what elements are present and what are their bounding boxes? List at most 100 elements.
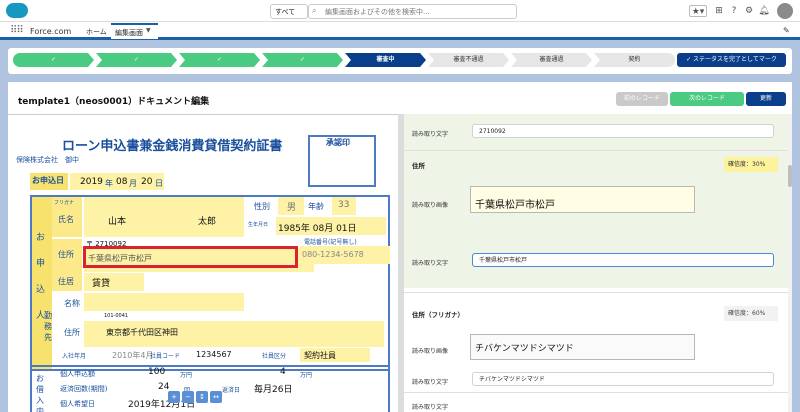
doc-given-name: 太郎 bbox=[198, 217, 217, 227]
document-image-viewer[interactable]: ローン申込書兼金銭消費貸借契約証書 承認印 保険株式会社 御中 お申込日 201… bbox=[8, 114, 398, 412]
nav-item-home[interactable]: ホーム bbox=[86, 27, 107, 37]
check-icon: ✓ bbox=[216, 56, 223, 63]
setup-gear-icon[interactable]: ⚙ bbox=[743, 5, 755, 17]
status-path: ✓ ✓ ✓ ✓ 審査中 審査不通過 審査通過 契約 bbox=[13, 53, 677, 67]
address-kana-text-label: 読み取り文字 bbox=[412, 379, 449, 386]
path-stage-4[interactable]: ✓ bbox=[262, 53, 343, 67]
doc-company-postal: 101-0041 bbox=[104, 313, 129, 319]
doc-employer-label: 勤務先 bbox=[44, 311, 52, 342]
doc-date-day: 20 bbox=[141, 177, 153, 187]
help-icon[interactable]: ? bbox=[728, 5, 740, 17]
doc-residence: 賃貸 bbox=[92, 279, 111, 289]
path-stage-3[interactable]: ✓ bbox=[179, 53, 260, 67]
address-kana-text-input[interactable]: チバケンマツドシマツド bbox=[472, 372, 774, 386]
address-text-label: 読み取り文字 bbox=[412, 260, 449, 267]
zoom-in-icon[interactable]: + bbox=[168, 391, 180, 403]
path-stage-8[interactable]: 契約 bbox=[594, 53, 675, 67]
fit-height-icon[interactable]: ↕ bbox=[196, 391, 208, 403]
divider bbox=[404, 292, 788, 293]
address-confidence-badge: 確信度：30% bbox=[724, 157, 778, 172]
doc-addressee: 保険株式会社 御中 bbox=[16, 156, 79, 164]
path-stage-5[interactable]: 審査中 bbox=[345, 53, 426, 67]
doc-date-year: 2019 bbox=[80, 177, 103, 187]
top-field-label: 読み取り文字 bbox=[412, 131, 449, 138]
address-kana-confidence-badge: 確信度：60% bbox=[724, 306, 778, 321]
app-launcher-grid-icon[interactable]: ⠿⠿ bbox=[10, 25, 24, 36]
ocr-highlight-box bbox=[83, 246, 298, 268]
doc-repay-count-label: 返済回数(期間) bbox=[60, 385, 108, 393]
doc-employee-type: 契約社員 bbox=[304, 351, 336, 360]
doc-monthly-amount: 4 bbox=[280, 367, 286, 377]
doc-employee-code: 1234567 bbox=[196, 350, 232, 359]
form-scrollbar[interactable] bbox=[788, 114, 792, 412]
salesforce-logo-icon[interactable] bbox=[6, 3, 28, 18]
doc-date-day-unit: 日 bbox=[155, 179, 163, 188]
top-field-input[interactable]: 2710092 bbox=[472, 124, 774, 138]
previous-record-button[interactable]: 前のレコード bbox=[616, 92, 668, 106]
doc-residence-label: 住居 bbox=[58, 277, 74, 286]
path-stage-1[interactable]: ✓ bbox=[13, 53, 94, 67]
doc-desired-date-label: 個人希望日 bbox=[60, 400, 95, 408]
doc-loan-amount: 100 bbox=[148, 367, 166, 377]
address-ocr-image: 千葉県松戸市松戸 bbox=[470, 186, 695, 213]
doc-company-address-label: 住所 bbox=[64, 328, 80, 337]
global-search-input[interactable]: 編集画面およびその他を検索中... bbox=[308, 4, 517, 19]
doc-dob-label: 生年月日 bbox=[248, 222, 269, 228]
doc-loan-section-label: お借入内容 bbox=[36, 374, 44, 412]
doc-join-date-label: 入社年月 bbox=[62, 353, 87, 360]
address-kana-section-title: 住所（フリガナ） bbox=[412, 311, 464, 319]
doc-stamp-label: 承認印 bbox=[326, 138, 350, 147]
doc-gender: 男 bbox=[287, 203, 297, 213]
search-icon: ⌕ bbox=[312, 6, 317, 15]
doc-employee-type-label: 社員区分 bbox=[262, 353, 287, 360]
doc-company-name-bg bbox=[84, 293, 244, 311]
doc-monthly-unit: 万円 bbox=[300, 372, 313, 379]
doc-date-year-unit: 年 bbox=[105, 179, 113, 188]
chevron-down-icon[interactable]: ▼ bbox=[146, 27, 151, 34]
address-image-label: 読み取り画像 bbox=[412, 202, 449, 209]
check-icon: ✓ bbox=[50, 56, 57, 63]
doc-phone-label: 電話番号(記号無し) bbox=[304, 239, 357, 246]
doc-furigana-label: フリガナ bbox=[54, 200, 75, 206]
mark-status-complete-button[interactable]: ✓ ステータスを完了としてマーク bbox=[677, 53, 786, 67]
address-section-title: 住所 bbox=[412, 162, 425, 170]
doc-date-label: お申込日 bbox=[32, 176, 64, 185]
notifications-bell-icon[interactable]: 🔔︎ bbox=[758, 5, 770, 17]
user-avatar[interactable] bbox=[777, 3, 793, 19]
search-scope-select[interactable]: すべて bbox=[270, 4, 308, 19]
check-icon: ✓ bbox=[133, 56, 140, 63]
page-title: template1（neos0001）ドキュメント編集 bbox=[18, 97, 210, 107]
doc-join-date: 2010年4月 bbox=[112, 351, 154, 360]
doc-name-label: 氏名 bbox=[58, 215, 74, 224]
doc-title: ローン申込書兼金銭消費貸借契約証書 bbox=[62, 139, 283, 154]
favorites-star-icon[interactable]: ★▾ bbox=[689, 5, 707, 17]
doc-surname: 山本 bbox=[108, 217, 127, 227]
doc-loan-unit: 万円 bbox=[180, 372, 193, 379]
doc-company-name-label: 名称 bbox=[64, 299, 80, 308]
next-record-button[interactable]: 次のレコード bbox=[670, 92, 744, 106]
doc-address-label: 住所 bbox=[58, 250, 74, 259]
global-actions-plus-icon[interactable]: ⊞ bbox=[713, 5, 725, 17]
zoom-out-icon[interactable]: − bbox=[182, 391, 194, 403]
doc-age-label: 年齢 bbox=[308, 202, 324, 211]
address-text-input[interactable]: 千葉県松戸市松戸 bbox=[472, 253, 774, 267]
path-stage-2[interactable]: ✓ bbox=[96, 53, 177, 67]
doc-date-month-unit: 月 bbox=[129, 179, 137, 188]
divider bbox=[404, 392, 788, 393]
fit-width-icon[interactable]: ↔ bbox=[210, 391, 222, 403]
app-name: Force.com bbox=[30, 27, 72, 36]
doc-date-month: 08 bbox=[116, 177, 128, 187]
doc-employee-code-label: 社員コード bbox=[150, 353, 181, 360]
doc-phone: 080-1234-5678 bbox=[302, 250, 364, 259]
path-stage-6[interactable]: 審査不通過 bbox=[428, 53, 509, 67]
doc-age: 33 bbox=[338, 200, 350, 210]
doc-company-address: 東京都千代田区神田 bbox=[106, 328, 178, 337]
address-kana-image-label: 読み取り画像 bbox=[412, 348, 449, 355]
edit-nav-pencil-icon[interactable]: ✎ bbox=[783, 26, 790, 35]
form-scrollbar-thumb[interactable] bbox=[788, 165, 792, 187]
path-stage-7[interactable]: 審査通過 bbox=[511, 53, 592, 67]
doc-loan-amount-label: 個人申込額 bbox=[60, 370, 95, 378]
doc-dob: 1985年 08月 01日 bbox=[278, 224, 357, 234]
address-kana-ocr-image: チバケンマツドシマツド bbox=[470, 334, 695, 360]
refresh-button[interactable]: 更新 bbox=[746, 92, 786, 106]
